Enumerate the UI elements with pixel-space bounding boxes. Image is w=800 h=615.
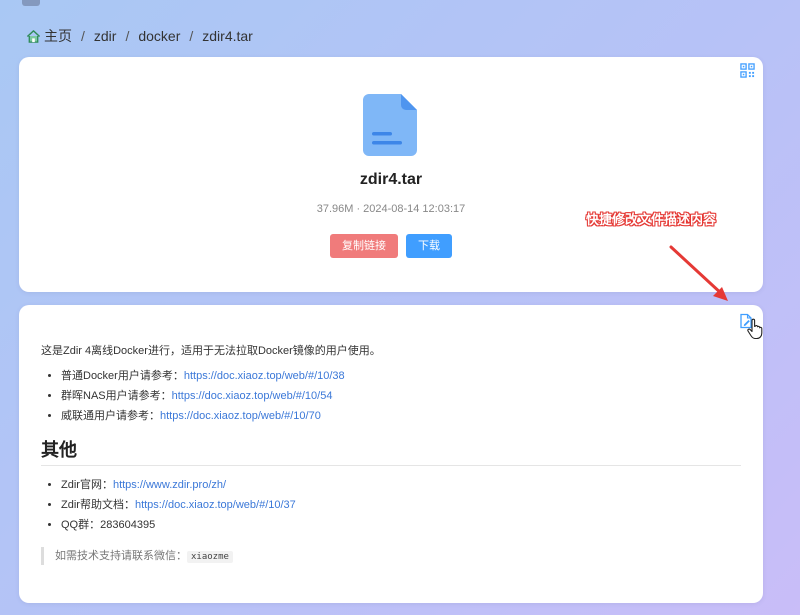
breadcrumb-docker[interactable]: docker [138,28,180,44]
website-link[interactable]: https://www.zdir.pro/zh/ [113,479,226,491]
breadcrumb: 主页 / zdir / docker / zdir4.tar [26,26,253,46]
top-strip [0,0,800,8]
qr-code-icon[interactable] [740,63,755,78]
meta-separator: · [356,203,361,215]
breadcrumb-separator: / [125,28,130,44]
reference-link[interactable]: https://doc.xiaoz.top/web/#/10/70 [160,410,321,422]
list-item: Zdir官网：https://www.zdir.pro/zh/ [61,475,741,495]
help-docs-link[interactable]: https://doc.xiaoz.top/web/#/10/37 [135,499,296,511]
support-text: 如需技术支持请联系微信： [55,550,187,562]
qq-group-number: 283604395 [100,519,156,531]
markdown-description: 这是Zdir 4离线Docker进行，适用于无法拉取Docker镜像的用户使用。… [41,342,741,565]
file-info-card: zdir4.tar 37.96M · 2024-08-14 12:03:17 复制链… [19,57,763,292]
file-size: 37.96M [316,203,354,215]
list-item: 普通Docker用户请参考：https://doc.xiaoz.top/web/… [61,366,741,386]
document-file-icon [363,94,417,156]
list-item-label: Zdir帮助文档： [61,499,135,511]
list-item: 威联通用户请参考：https://doc.xiaoz.top/web/#/10/… [61,406,741,426]
list-item-label: 普通Docker用户请参考： [61,370,184,382]
copy-link-button[interactable]: 复制链接 [330,234,398,258]
list-item: Zdir帮助文档：https://doc.xiaoz.top/web/#/10/… [61,495,741,515]
others-list: Zdir官网：https://www.zdir.pro/zh/ Zdir帮助文档… [41,475,741,535]
file-modified-time: 2024-08-14 12:03:17 [363,203,466,215]
download-button[interactable]: 下载 [406,234,452,258]
list-item: QQ群：283604395 [61,515,741,535]
description-card: 这是Zdir 4离线Docker进行，适用于无法拉取Docker镜像的用户使用。… [19,305,763,603]
support-note: 如需技术支持请联系微信： xiaozme [41,547,741,565]
breadcrumb-zdir[interactable]: zdir [94,28,117,44]
breadcrumb-current-file: zdir4.tar [202,28,253,44]
list-item-label: Zdir官网： [61,479,113,491]
breadcrumb-separator: / [81,28,85,44]
hand-cursor-icon [747,318,763,340]
reference-link[interactable]: https://doc.xiaoz.top/web/#/10/54 [172,390,333,402]
list-item-label: 威联通用户请参考： [61,410,160,422]
others-heading: 其他 [41,437,741,466]
list-item-label: 群晖NAS用户请参考： [61,390,172,402]
wechat-id: xiaozme [187,551,233,563]
annotation-label: 快捷修改文件描述内容 [586,212,717,227]
home-icon[interactable] [26,29,41,44]
reference-list: 普通Docker用户请参考：https://doc.xiaoz.top/web/… [41,366,741,426]
breadcrumb-home[interactable]: 主页 [44,26,72,46]
breadcrumb-separator: / [189,28,194,44]
description-intro: 这是Zdir 4离线Docker进行，适用于无法拉取Docker镜像的用户使用。 [41,345,381,357]
list-item-label: QQ群： [61,519,101,531]
file-name: zdir4.tar [359,171,423,188]
reference-link[interactable]: https://doc.xiaoz.top/web/#/10/38 [184,370,345,382]
top-edge-mark [22,0,40,6]
annotation-arrow [669,245,728,301]
list-item: 群晖NAS用户请参考：https://doc.xiaoz.top/web/#/1… [61,386,741,406]
